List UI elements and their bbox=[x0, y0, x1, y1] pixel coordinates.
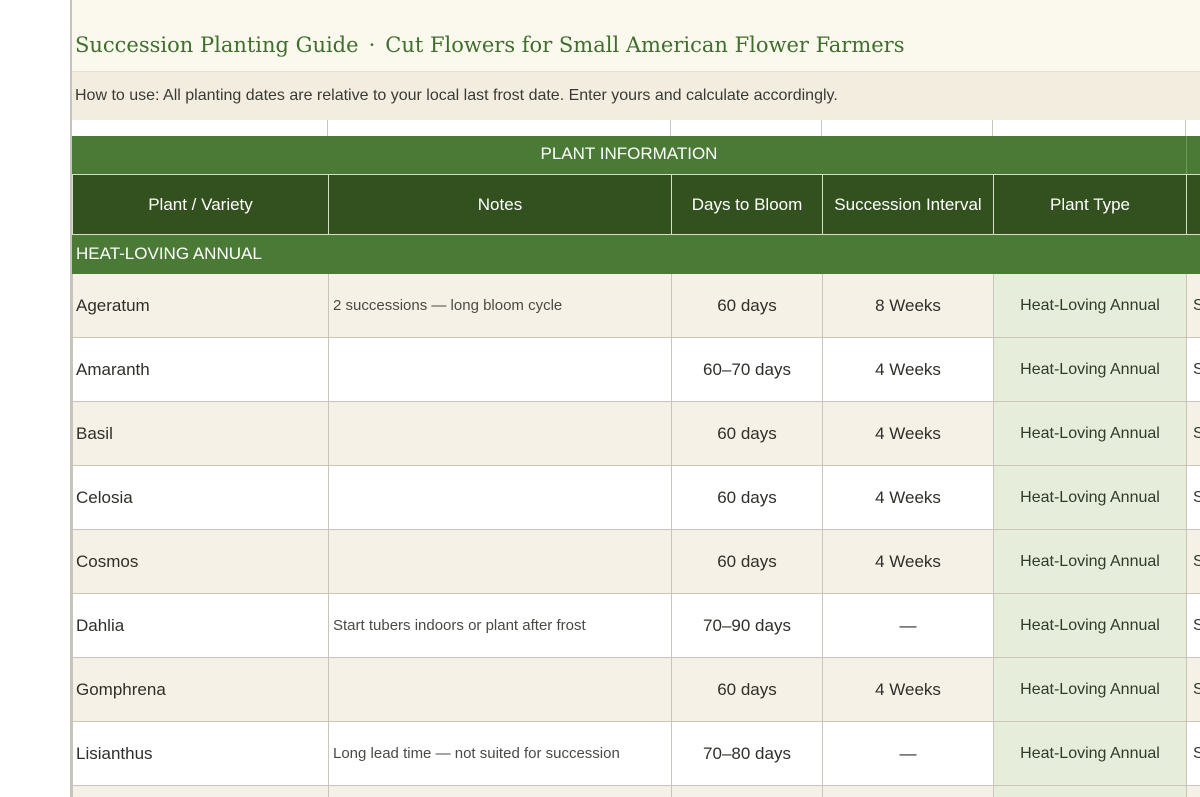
plant-name[interactable]: Ageratum bbox=[72, 273, 329, 338]
plant-notes[interactable] bbox=[328, 657, 672, 722]
column-divider bbox=[327, 120, 328, 136]
column-divider bbox=[1185, 120, 1186, 136]
instructions-bar: How to use: All planting dates are relat… bbox=[72, 72, 1200, 120]
col-header-notes[interactable]: Notes bbox=[328, 174, 672, 235]
col-header-interval[interactable]: Succession Interval bbox=[822, 174, 994, 235]
plant-name[interactable]: Lisianthus bbox=[72, 721, 329, 786]
next-column-cell[interactable]: S bbox=[1186, 721, 1200, 786]
succession-interval[interactable]: 8 Weeks bbox=[822, 273, 994, 338]
succession-interval[interactable]: 4 Weeks bbox=[822, 465, 994, 530]
column-header-row: Plant / Variety Notes Days to Bloom Succ… bbox=[72, 174, 1200, 235]
plant-type[interactable]: Heat-Loving Annual bbox=[993, 721, 1187, 786]
plant-type[interactable]: Heat-Loving Annual bbox=[993, 401, 1187, 466]
plant-notes[interactable] bbox=[328, 529, 672, 594]
table-row[interactable]: Gomphrena 60 days 4 Weeks Heat-Loving An… bbox=[72, 657, 1200, 722]
empty-cell bbox=[822, 785, 994, 797]
plant-type[interactable]: Heat-Loving Annual bbox=[993, 593, 1187, 658]
plant-notes[interactable]: Long lead time — not suited for successi… bbox=[328, 721, 672, 786]
col-header-type[interactable]: Plant Type bbox=[993, 174, 1187, 235]
days-to-bloom[interactable]: 60 days bbox=[671, 273, 823, 338]
succession-interval[interactable]: 4 Weeks bbox=[822, 529, 994, 594]
empty-cell bbox=[328, 785, 672, 797]
next-column-cell[interactable]: S bbox=[1186, 529, 1200, 594]
plant-name[interactable]: Dahlia bbox=[72, 593, 329, 658]
next-column-cell[interactable]: S bbox=[1186, 465, 1200, 530]
plant-notes[interactable] bbox=[328, 337, 672, 402]
days-to-bloom[interactable]: 70–90 days bbox=[671, 593, 823, 658]
days-to-bloom[interactable]: 60 days bbox=[671, 529, 823, 594]
table-row[interactable]: Celosia 60 days 4 Weeks Heat-Loving Annu… bbox=[72, 465, 1200, 530]
page: Succession Planting Guide · Cut Flowers fo… bbox=[0, 0, 1200, 797]
table-row[interactable]: Ageratum 2 successions — long bloom cycl… bbox=[72, 273, 1200, 338]
days-to-bloom[interactable]: 60 days bbox=[671, 657, 823, 722]
table-row-partial bbox=[72, 785, 1200, 797]
title-bar: Succession Planting Guide · Cut Flowers fo… bbox=[72, 0, 1200, 72]
page-title: Succession Planting Guide · Cut Flowers fo… bbox=[75, 33, 905, 57]
succession-interval[interactable]: 4 Weeks bbox=[822, 401, 994, 466]
guide-subtitle: Cut Flowers for Small American Flower Fa… bbox=[385, 33, 905, 57]
plant-type[interactable]: Heat-Loving Annual bbox=[993, 657, 1187, 722]
table-row[interactable]: Basil 60 days 4 Weeks Heat-Loving Annual… bbox=[72, 401, 1200, 466]
plant-type[interactable]: Heat-Loving Annual bbox=[993, 273, 1187, 338]
days-to-bloom[interactable]: 70–80 days bbox=[671, 721, 823, 786]
plant-name[interactable]: Basil bbox=[72, 401, 329, 466]
title-separator: · bbox=[368, 33, 376, 57]
table-row[interactable]: Dahlia Start tubers indoors or plant aft… bbox=[72, 593, 1200, 658]
days-to-bloom[interactable]: 60 days bbox=[671, 465, 823, 530]
next-column-cell[interactable]: S bbox=[1186, 593, 1200, 658]
instructions-text: How to use: All planting dates are relat… bbox=[75, 87, 838, 104]
group-label: HEAT-LOVING ANNUAL bbox=[72, 234, 1200, 274]
table-row[interactable]: Amaranth 60–70 days 4 Weeks Heat-Loving … bbox=[72, 337, 1200, 402]
plant-name[interactable]: Cosmos bbox=[72, 529, 329, 594]
plant-type[interactable]: Heat-Loving Annual bbox=[993, 529, 1187, 594]
succession-interval[interactable]: 4 Weeks bbox=[822, 337, 994, 402]
succession-interval[interactable]: — bbox=[822, 721, 994, 786]
table-row[interactable]: Cosmos 60 days 4 Weeks Heat-Loving Annua… bbox=[72, 529, 1200, 594]
succession-interval[interactable]: 4 Weeks bbox=[822, 657, 994, 722]
empty-cell bbox=[72, 785, 329, 797]
succession-interval[interactable]: — bbox=[822, 593, 994, 658]
col-header-plant[interactable]: Plant / Variety bbox=[72, 174, 329, 235]
empty-cell bbox=[993, 785, 1187, 797]
plant-notes[interactable] bbox=[328, 401, 672, 466]
column-divider bbox=[670, 120, 671, 136]
next-column-cell[interactable]: S bbox=[1186, 401, 1200, 466]
table-row[interactable]: Lisianthus Long lead time — not suited f… bbox=[72, 721, 1200, 786]
next-column-cell[interactable]: S bbox=[1186, 337, 1200, 402]
next-column-cell[interactable]: S bbox=[1186, 657, 1200, 722]
plant-type[interactable]: Heat-Loving Annual bbox=[993, 465, 1187, 530]
spreadsheet-view: Succession Planting Guide · Cut Flowers fo… bbox=[72, 0, 1200, 797]
column-divider bbox=[992, 120, 993, 136]
plant-notes[interactable] bbox=[328, 465, 672, 530]
plant-name[interactable]: Celosia bbox=[72, 465, 329, 530]
planting-table: Plant / Variety Notes Days to Bloom Succ… bbox=[72, 174, 1200, 797]
col-header-days[interactable]: Days to Bloom bbox=[671, 174, 823, 235]
days-to-bloom[interactable]: 60 days bbox=[671, 401, 823, 466]
section-header: PLANT INFORMATION bbox=[72, 136, 1200, 174]
spacer-row bbox=[72, 120, 1200, 136]
group-row: HEAT-LOVING ANNUAL bbox=[72, 234, 1200, 274]
plant-name[interactable]: Gomphrena bbox=[72, 657, 329, 722]
section-header-label: PLANT INFORMATION bbox=[540, 144, 718, 163]
empty-cell bbox=[671, 785, 823, 797]
next-column-cell[interactable]: S bbox=[1186, 273, 1200, 338]
guide-title: Succession Planting Guide bbox=[75, 33, 359, 57]
days-to-bloom[interactable]: 60–70 days bbox=[671, 337, 823, 402]
column-divider bbox=[821, 120, 822, 136]
plant-type[interactable]: Heat-Loving Annual bbox=[993, 337, 1187, 402]
plant-notes[interactable]: 2 successions — long bloom cycle bbox=[328, 273, 672, 338]
empty-cell bbox=[1186, 785, 1200, 797]
plant-name[interactable]: Amaranth bbox=[72, 337, 329, 402]
section-header-next-cell bbox=[1186, 136, 1200, 174]
plant-notes[interactable]: Start tubers indoors or plant after fros… bbox=[328, 593, 672, 658]
col-header-next[interactable] bbox=[1186, 174, 1200, 235]
